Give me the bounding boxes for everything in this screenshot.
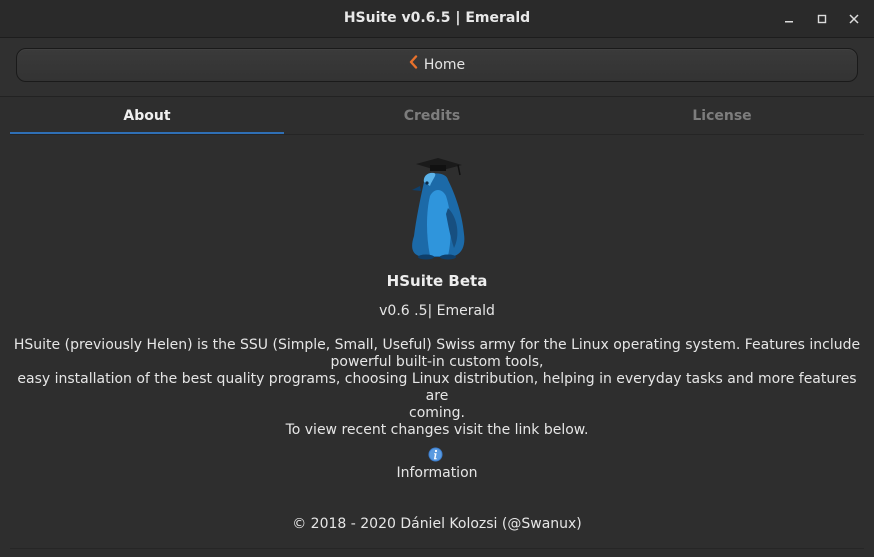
app-description: HSuite (previously Helen) is the SSU (Si… — [10, 337, 864, 439]
title-bar[interactable]: HSuite v0.6.5 | Emerald — [0, 0, 874, 38]
app-window: HSuite v0.6.5 | Emerald Home About Credi… — [0, 0, 874, 557]
chevron-left-icon — [409, 55, 418, 73]
minimize-icon[interactable] — [778, 8, 800, 30]
description-line: coming. — [409, 405, 465, 421]
tab-about[interactable]: About — [10, 97, 284, 135]
home-button-label: Home — [423, 57, 466, 73]
information-link[interactable]: Information — [0, 465, 874, 481]
tab-credits[interactable]: Credits — [294, 97, 570, 135]
app-name: HSuite Beta — [386, 272, 488, 290]
description-line: To view recent changes visit the link be… — [285, 422, 589, 438]
info-icon[interactable] — [428, 447, 443, 462]
description-line: powerful built-in custom tools, — [330, 354, 544, 370]
maximize-icon[interactable] — [811, 8, 833, 30]
close-icon[interactable] — [843, 8, 865, 30]
about-panel: HSuite Beta v0.6 .5| Emerald HSuite (pre… — [0, 136, 874, 557]
home-button[interactable]: Home — [16, 48, 858, 82]
app-version: v0.6 .5| Emerald — [379, 303, 495, 319]
window-title: HSuite v0.6.5 | Emerald — [343, 10, 531, 26]
copyright-text: © 2018 - 2020 Dániel Kolozsi (@Swanux) — [292, 516, 582, 532]
tab-license[interactable]: License — [580, 97, 864, 135]
penguin-graduate-logo — [412, 158, 465, 260]
bottom-divider — [10, 548, 864, 549]
header-bar: Home — [0, 38, 874, 97]
description-line: easy installation of the best quality pr… — [17, 371, 862, 404]
description-line: HSuite (previously Helen) is the SSU (Si… — [13, 337, 861, 353]
tab-bar: About Credits License — [10, 97, 864, 135]
tab-divider — [10, 134, 864, 135]
